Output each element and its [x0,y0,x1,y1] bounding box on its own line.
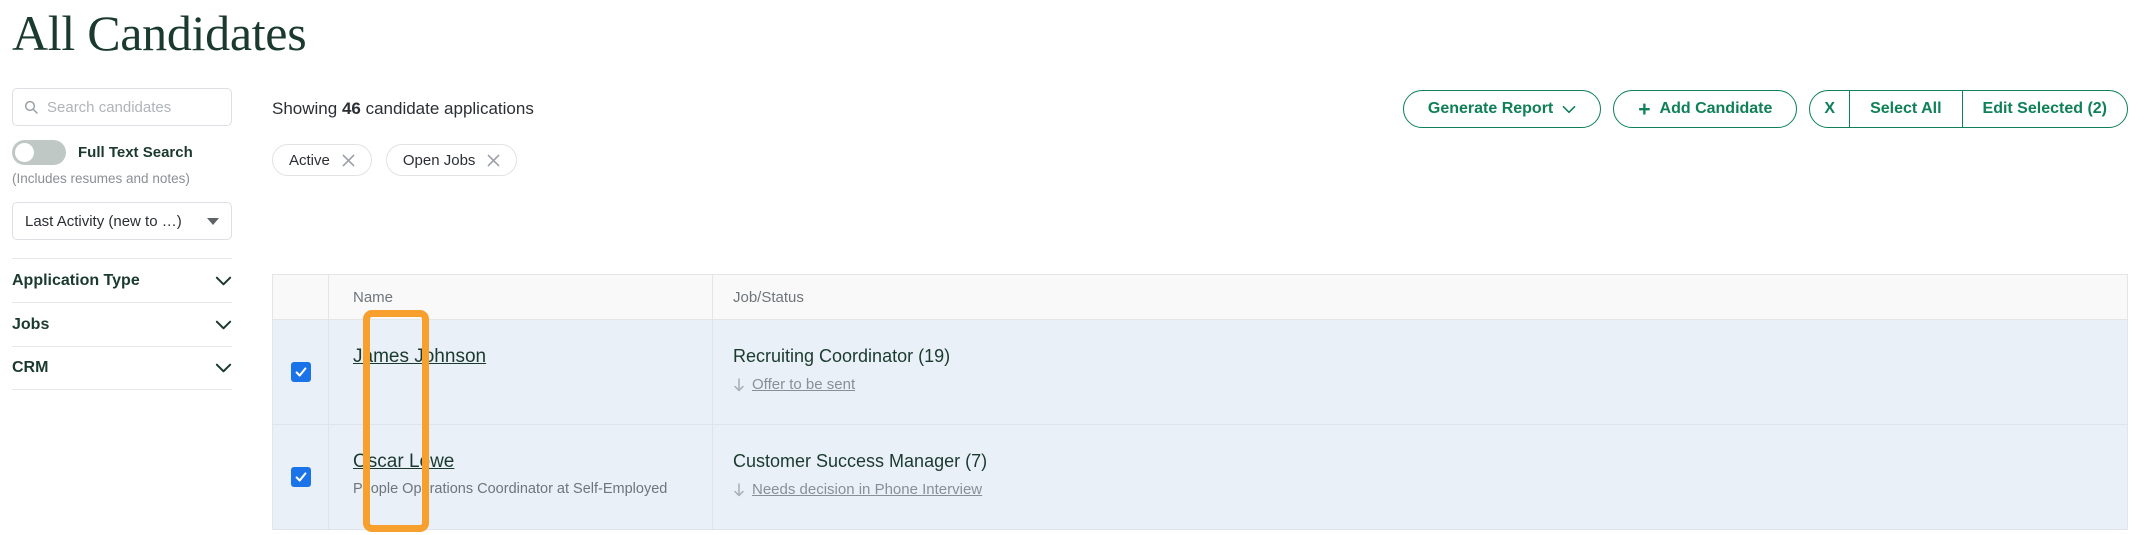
row-name-cell: Oscar Lowe People Operations Coordinator… [329,425,713,529]
table-row[interactable]: Oscar Lowe People Operations Coordinator… [273,425,2127,530]
sort-dropdown[interactable]: Last Activity (new to …) [12,202,232,240]
add-candidate-label: Add Candidate [1660,100,1773,118]
showing-count: 46 [342,99,361,118]
job-title: Recruiting Coordinator (19) [733,346,2127,367]
status-link[interactable]: Needs decision in Phone Interview [752,481,982,498]
caret-down-icon [207,218,219,225]
active-filter-chips: Active Open Jobs [272,144,2152,176]
accordion-label: Application Type [12,272,140,290]
full-text-search-label: Full Text Search [78,144,193,161]
toggle-knob [15,143,34,162]
generate-report-button[interactable]: Generate Report [1403,90,1601,128]
row-checkbox-cell [273,320,329,424]
full-text-search-sublabel: (Includes resumes and notes) [12,171,232,186]
job-status-row: Needs decision in Phone Interview [733,481,2127,498]
showing-suffix: candidate applications [361,99,534,118]
job-title: Customer Success Manager (7) [733,451,2127,472]
toolbar-actions: Generate Report + Add Candidate X Select… [1403,88,2128,130]
arrow-down-icon [733,483,745,497]
accordion-item-application-type[interactable]: Application Type [12,258,232,302]
row-checkbox[interactable] [291,362,311,382]
page-title: All Candidates [12,4,306,62]
edit-selected-button[interactable]: Edit Selected (2) [1963,91,2127,127]
main-content: Showing 46 candidate applications Genera… [272,88,2152,176]
accordion-item-crm[interactable]: CRM [12,346,232,390]
chevron-down-icon [215,320,232,330]
row-checkbox-cell [273,425,329,529]
filter-chip-label: Open Jobs [403,152,476,169]
row-job-status-cell: Recruiting Coordinator (19) Offer to be … [713,320,2127,424]
job-status-row: Offer to be sent [733,376,2127,393]
toolbar: Showing 46 candidate applications Genera… [272,88,2152,130]
table-row[interactable]: James Johnson Recruiting Coordinator (19… [273,320,2127,425]
filter-chip-active[interactable]: Active [272,144,372,176]
row-name-cell: James Johnson [329,320,713,424]
accordion-label: Jobs [12,316,49,334]
table-header-row: Name Job/Status [273,275,2127,320]
close-icon[interactable] [487,154,500,167]
candidate-name-link[interactable]: James Johnson [353,346,486,368]
generate-report-label: Generate Report [1428,100,1553,118]
row-job-status-cell: Customer Success Manager (7) Needs decis… [713,425,2127,529]
table-header-job-status: Job/Status [713,275,2127,319]
candidates-table: Name Job/Status James Johnson Recruiting… [272,274,2128,530]
filter-chip-open-jobs[interactable]: Open Jobs [386,144,518,176]
full-text-search-row: Full Text Search [12,140,232,165]
selection-action-group: X Select All Edit Selected (2) [1809,90,2128,128]
sort-dropdown-value: Last Activity (new to …) [25,213,182,230]
chevron-down-icon [215,276,232,286]
full-text-search-toggle[interactable] [12,140,66,165]
search-candidates-box[interactable] [12,88,232,126]
filter-chip-label: Active [289,152,330,169]
search-icon [23,99,39,115]
close-icon[interactable] [342,154,355,167]
select-all-button[interactable]: Select All [1850,91,1962,127]
add-candidate-button[interactable]: + Add Candidate [1613,90,1797,128]
candidate-subtitle: People Operations Coordinator at Self-Em… [353,481,712,497]
accordion-label: CRM [12,359,48,377]
search-input[interactable] [47,99,221,116]
showing-prefix: Showing [272,99,342,118]
table-header-checkbox-cell [273,275,329,319]
sidebar: Full Text Search (Includes resumes and n… [12,88,232,390]
arrow-down-icon [733,378,745,392]
status-link[interactable]: Offer to be sent [752,376,855,393]
chevron-down-icon [215,363,232,373]
check-icon [294,365,308,379]
chevron-down-icon [1562,105,1576,114]
plus-icon: + [1638,99,1650,120]
filter-accordion: Application Type Jobs CRM [12,258,232,390]
candidate-name-link[interactable]: Oscar Lowe [353,451,454,473]
clear-selection-button[interactable]: X [1810,91,1850,127]
check-icon [294,470,308,484]
showing-count-text: Showing 46 candidate applications [272,99,534,119]
table-header-name: Name [329,275,713,319]
row-checkbox[interactable] [291,467,311,487]
accordion-item-jobs[interactable]: Jobs [12,302,232,346]
